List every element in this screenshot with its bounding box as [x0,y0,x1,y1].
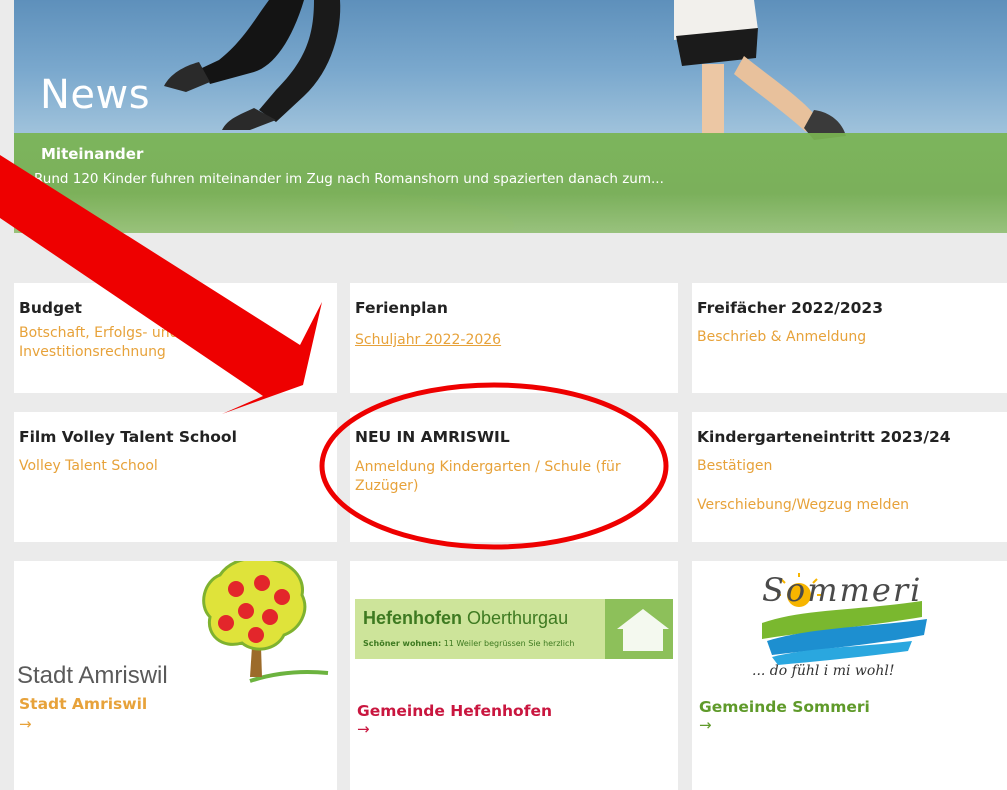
arrow-right-icon[interactable]: → [699,716,712,734]
news-teaser-band[interactable]: Miteinander Rund 120 Kinder fuhren mitei… [14,133,1007,233]
card-kindergarteneintritt[interactable]: Kindergarteneintritt 2023/24 Bestätigen … [692,412,1007,542]
card-kindergarteneintritt-title: Kindergarteneintritt 2023/24 [697,428,951,446]
card-budget[interactable]: Budget Botschaft, Erfolgs- und Investiti… [14,283,337,393]
card-freifaecher-link[interactable]: Beschrieb & Anmeldung [697,328,866,347]
hefenhofen-logo-title-bold: Hefenhofen [363,608,462,628]
card-gemeinde-hefenhofen[interactable]: Hefenhofen Oberthurgau Schöner wohnen: 1… [350,561,678,790]
card-gemeinde-sommeri[interactable]: Sommeri ... do fühl i mi wohl! Gemeinde … [692,561,1007,790]
arrow-right-icon[interactable]: → [19,715,32,733]
card-budget-link[interactable]: Botschaft, Erfolgs- und Investitionsrech… [19,324,259,362]
card-freifaecher[interactable]: Freifächer 2022/2023 Beschrieb & Anmeldu… [692,283,1007,393]
card-neu-in-amriswil-link[interactable]: Anmeldung Kindergarten / Schule (für Zuz… [355,458,665,496]
card-kindergarteneintritt-link-confirm[interactable]: Bestätigen [697,457,772,476]
news-heading: News [40,72,151,118]
news-teaser-title[interactable]: Miteinander [41,145,143,163]
card-freifaecher-title: Freifächer 2022/2023 [697,299,883,317]
card-film-volley-title: Film Volley Talent School [19,428,237,446]
hefenhofen-logo: Hefenhofen Oberthurgau Schöner wohnen: 1… [355,599,673,659]
hefenhofen-logo-sub-rest: 11 Weiler begrüssen Sie herzlich [443,639,575,648]
sommeri-logo-slogan: ... do fühl i mi wohl! [752,663,895,679]
stadt-amriswil-link[interactable]: Stadt Amriswil [19,695,147,713]
gemeinde-hefenhofen-link[interactable]: Gemeinde Hefenhofen [357,702,552,720]
hefenhofen-logo-sub-bold: Schöner wohnen: [363,639,442,648]
card-ferienplan[interactable]: Ferienplan Schuljahr 2022-2026 [350,283,678,393]
card-neu-in-amriswil[interactable]: NEU IN AMRISWIL Anmeldung Kindergarten /… [350,412,678,542]
gemeinde-sommeri-link[interactable]: Gemeinde Sommeri [699,698,870,716]
card-stadt-amriswil[interactable]: Stadt Amriswil Stadt Amriswil → [14,561,337,790]
card-ferienplan-title: Ferienplan [355,299,448,317]
hefenhofen-logo-title-rest: Oberthurgau [467,608,569,628]
house-icon [617,609,669,629]
card-kindergarteneintritt-link-move[interactable]: Verschiebung/Wegzug melden [697,496,909,515]
card-film-volley-link[interactable]: Volley Talent School [19,457,158,476]
card-ferienplan-link[interactable]: Schuljahr 2022-2026 [355,331,501,350]
card-neu-in-amriswil-title: NEU IN AMRISWIL [355,428,510,446]
news-hero-banner[interactable]: News Miteinander Rund 120 Kinder fuhren … [14,0,1007,233]
news-teaser-text[interactable]: Rund 120 Kinder fuhren miteinander im Zu… [34,171,664,187]
stadt-amriswil-logo-text: Stadt Amriswil [17,662,168,689]
house-icon-body [623,629,663,651]
arrow-right-icon[interactable]: → [357,720,370,738]
sommeri-logo-title: Sommeri [762,571,923,609]
card-budget-title: Budget [19,299,82,317]
card-film-volley[interactable]: Film Volley Talent School Volley Talent … [14,412,337,542]
